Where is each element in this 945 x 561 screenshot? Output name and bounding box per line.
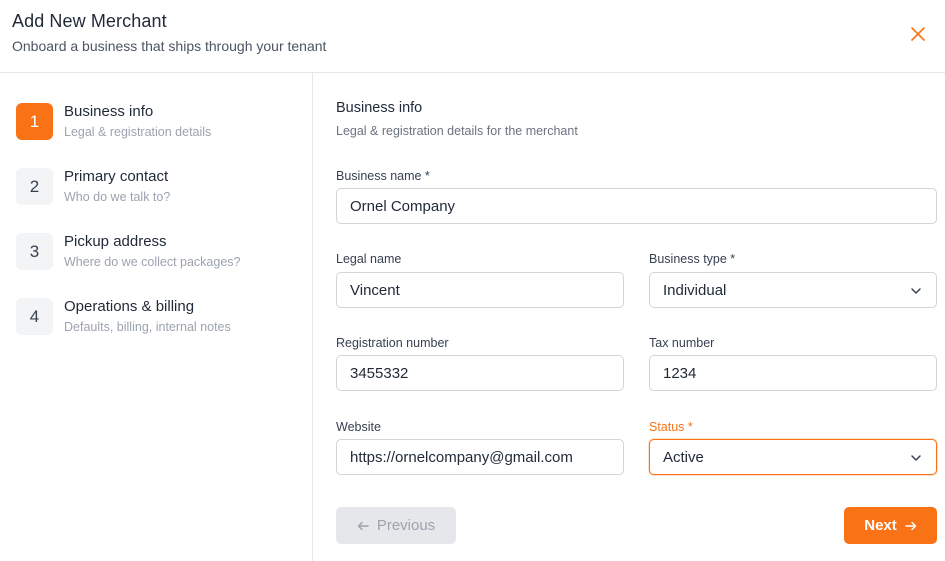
step-title: Business info <box>64 103 154 120</box>
step-operations-billing[interactable]: 4 Operations & billing Defaults, billing… <box>16 298 306 348</box>
step-title: Primary contact <box>64 168 169 185</box>
modal-header: Add New Merchant Onboard a business that… <box>0 0 945 73</box>
step-description: Defaults, billing, internal notes <box>64 320 231 334</box>
registration-number-input[interactable] <box>336 355 624 391</box>
registration-number-label: Registration number <box>336 336 449 350</box>
tax-number-input[interactable] <box>649 355 937 391</box>
arrow-right-icon <box>905 521 917 531</box>
business-name-input[interactable] <box>336 188 937 224</box>
business-type-value: Individual <box>663 281 727 299</box>
website-input[interactable] <box>336 439 624 475</box>
website-label: Website <box>336 420 381 434</box>
status-label: Status * <box>649 420 693 434</box>
close-button[interactable] <box>905 21 931 47</box>
chevron-down-icon <box>911 288 921 294</box>
step-title: Operations & billing <box>64 298 195 315</box>
step-number: 3 <box>16 233 53 270</box>
step-pickup-address[interactable]: 3 Pickup address Where do we collect pac… <box>16 233 306 283</box>
step-number: 4 <box>16 298 53 335</box>
step-primary-contact[interactable]: 2 Primary contact Who do we talk to? <box>16 168 306 218</box>
step-number: 1 <box>16 103 53 140</box>
form-panel: Business info Legal & registration detai… <box>313 73 945 561</box>
close-icon <box>911 27 925 41</box>
previous-label: Previous <box>376 517 436 534</box>
modal-subtitle: Onboard a business that ships through yo… <box>12 38 327 54</box>
status-value: Active <box>663 448 704 466</box>
business-name-label: Business name * <box>336 169 430 183</box>
section-description: Legal & registration details for the mer… <box>336 124 578 138</box>
step-description: Where do we collect packages? <box>64 255 241 269</box>
section-title: Business info <box>336 100 423 116</box>
next-label: Next <box>864 517 897 534</box>
step-description: Who do we talk to? <box>64 190 171 204</box>
status-select[interactable]: Active <box>649 439 937 475</box>
add-merchant-modal: Add New Merchant Onboard a business that… <box>0 0 945 561</box>
next-button[interactable]: Next <box>844 507 937 544</box>
step-description: Legal & registration details <box>64 125 212 139</box>
chevron-down-icon <box>911 455 921 461</box>
legal-name-input[interactable] <box>336 272 624 308</box>
legal-name-label: Legal name <box>336 252 402 266</box>
business-type-label: Business type * <box>649 252 736 266</box>
stepper-sidebar: 1 Business info Legal & registration det… <box>0 73 313 561</box>
step-business-info[interactable]: 1 Business info Legal & registration det… <box>16 103 306 153</box>
step-title: Pickup address <box>64 233 167 250</box>
step-number: 2 <box>16 168 53 205</box>
modal-title: Add New Merchant <box>12 11 167 31</box>
business-type-select[interactable]: Individual <box>649 272 937 308</box>
arrow-left-icon <box>357 521 369 531</box>
tax-number-label: Tax number <box>649 336 715 350</box>
previous-button[interactable]: Previous <box>336 507 456 544</box>
